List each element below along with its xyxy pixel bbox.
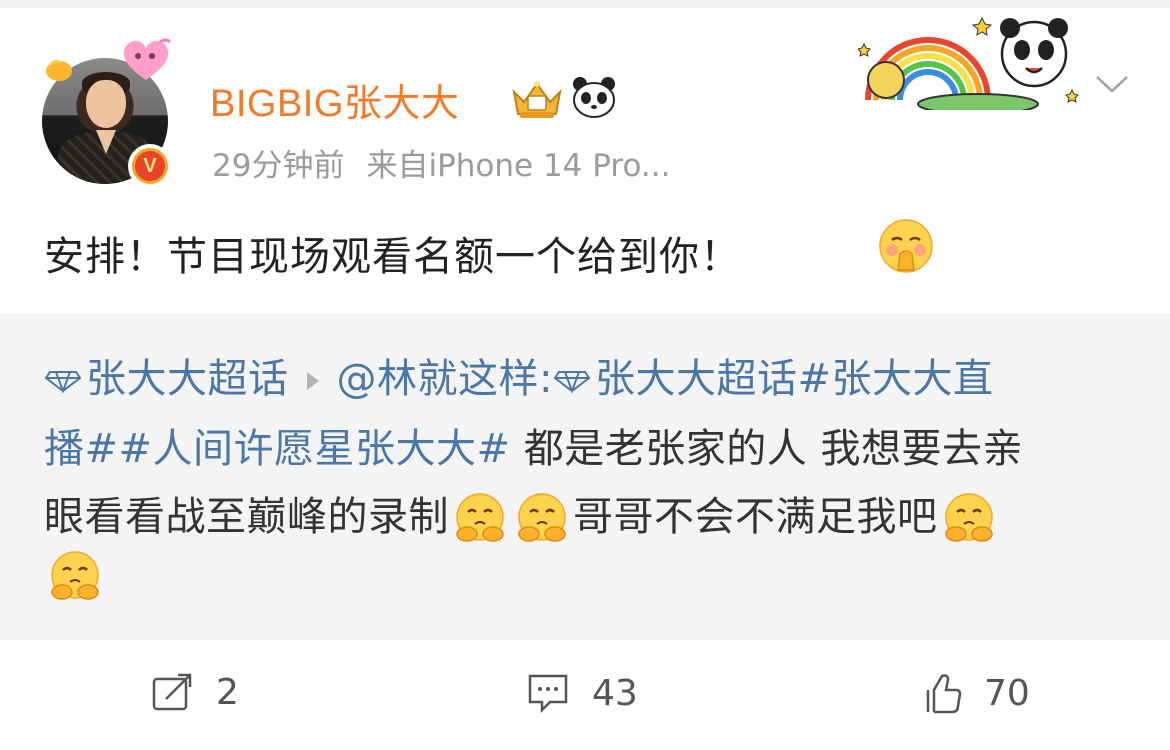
- post-text: 安排！节目现场观看名额一个给到你！: [44, 234, 741, 280]
- retweet-text-b: 眼看看战至巅峰的录制: [44, 494, 449, 540]
- like-button[interactable]: 70: [922, 672, 1030, 714]
- like-icon: [926, 674, 962, 714]
- retweet-line-1: 张大大超话 @林就这样: 张大大超话#张大大直: [44, 346, 994, 404]
- verified-badge: V: [128, 144, 172, 188]
- bird-badge-icon: [46, 59, 72, 81]
- post-source[interactable]: 来自iPhone 14 Pro...: [366, 148, 670, 184]
- repost-icon: [152, 673, 192, 710]
- retweet-text-c: 哥哥不会不满足我吧: [573, 494, 938, 540]
- supertopic-link-2[interactable]: 张大大超话: [595, 356, 798, 402]
- diamond-icon: [44, 371, 82, 393]
- panda-icon[interactable]: [570, 76, 618, 118]
- comment-count: 43: [592, 672, 638, 714]
- comment-icon: [528, 674, 568, 714]
- like-count: 70: [984, 672, 1030, 714]
- repost-count: 2: [216, 672, 239, 713]
- shy-emoji-icon: [518, 493, 566, 542]
- arrow-right-icon: [306, 372, 319, 390]
- username[interactable]: BIGBIG张大大: [210, 72, 459, 127]
- heart-badge-icon: [123, 38, 172, 80]
- retweet-text-a: 都是老张家的人 我想要去亲: [510, 426, 1023, 472]
- repost-button[interactable]: 2: [150, 672, 239, 713]
- retweet-line-3: 眼看看战至巅峰的录制 哥哥不会不满足我吧: [44, 484, 1000, 546]
- top-divider: [0, 0, 1170, 8]
- hashtag-link-1-cont[interactable]: 播#: [44, 426, 119, 472]
- shy-emoji-icon: [456, 493, 504, 542]
- retweet-line-4: [44, 550, 106, 604]
- supertopic-link[interactable]: 张大大超话: [86, 356, 289, 402]
- shy-emoji-icon: [944, 493, 993, 542]
- post-time: 29分钟前: [212, 148, 345, 184]
- crown-icon[interactable]: [508, 76, 566, 120]
- weibo-post: V BIGBIG张大大 29分钟前 来自iPhone 14 Pro... 安排！…: [0, 0, 1170, 750]
- chevron-down-icon[interactable]: [1094, 72, 1130, 96]
- shy-emoji-icon: [51, 551, 99, 600]
- diamond-icon: [553, 371, 591, 393]
- comment-button[interactable]: 43: [526, 672, 638, 714]
- shy-emoji-icon: [879, 219, 933, 273]
- verified-icon: V: [135, 151, 165, 181]
- hashtag-link-1[interactable]: #张大大直: [797, 356, 993, 402]
- retweet-line-2: 播##人间许愿星张大大# 都是老张家的人 我想要去亲: [44, 416, 1023, 474]
- rainbow-panda-sticker[interactable]: [858, 10, 1084, 110]
- mention-link[interactable]: @林就这样:: [337, 356, 553, 402]
- hashtag-link-2[interactable]: #人间许愿星张大大#: [119, 426, 511, 472]
- post-meta: 29分钟前 来自iPhone 14 Pro...: [212, 140, 692, 185]
